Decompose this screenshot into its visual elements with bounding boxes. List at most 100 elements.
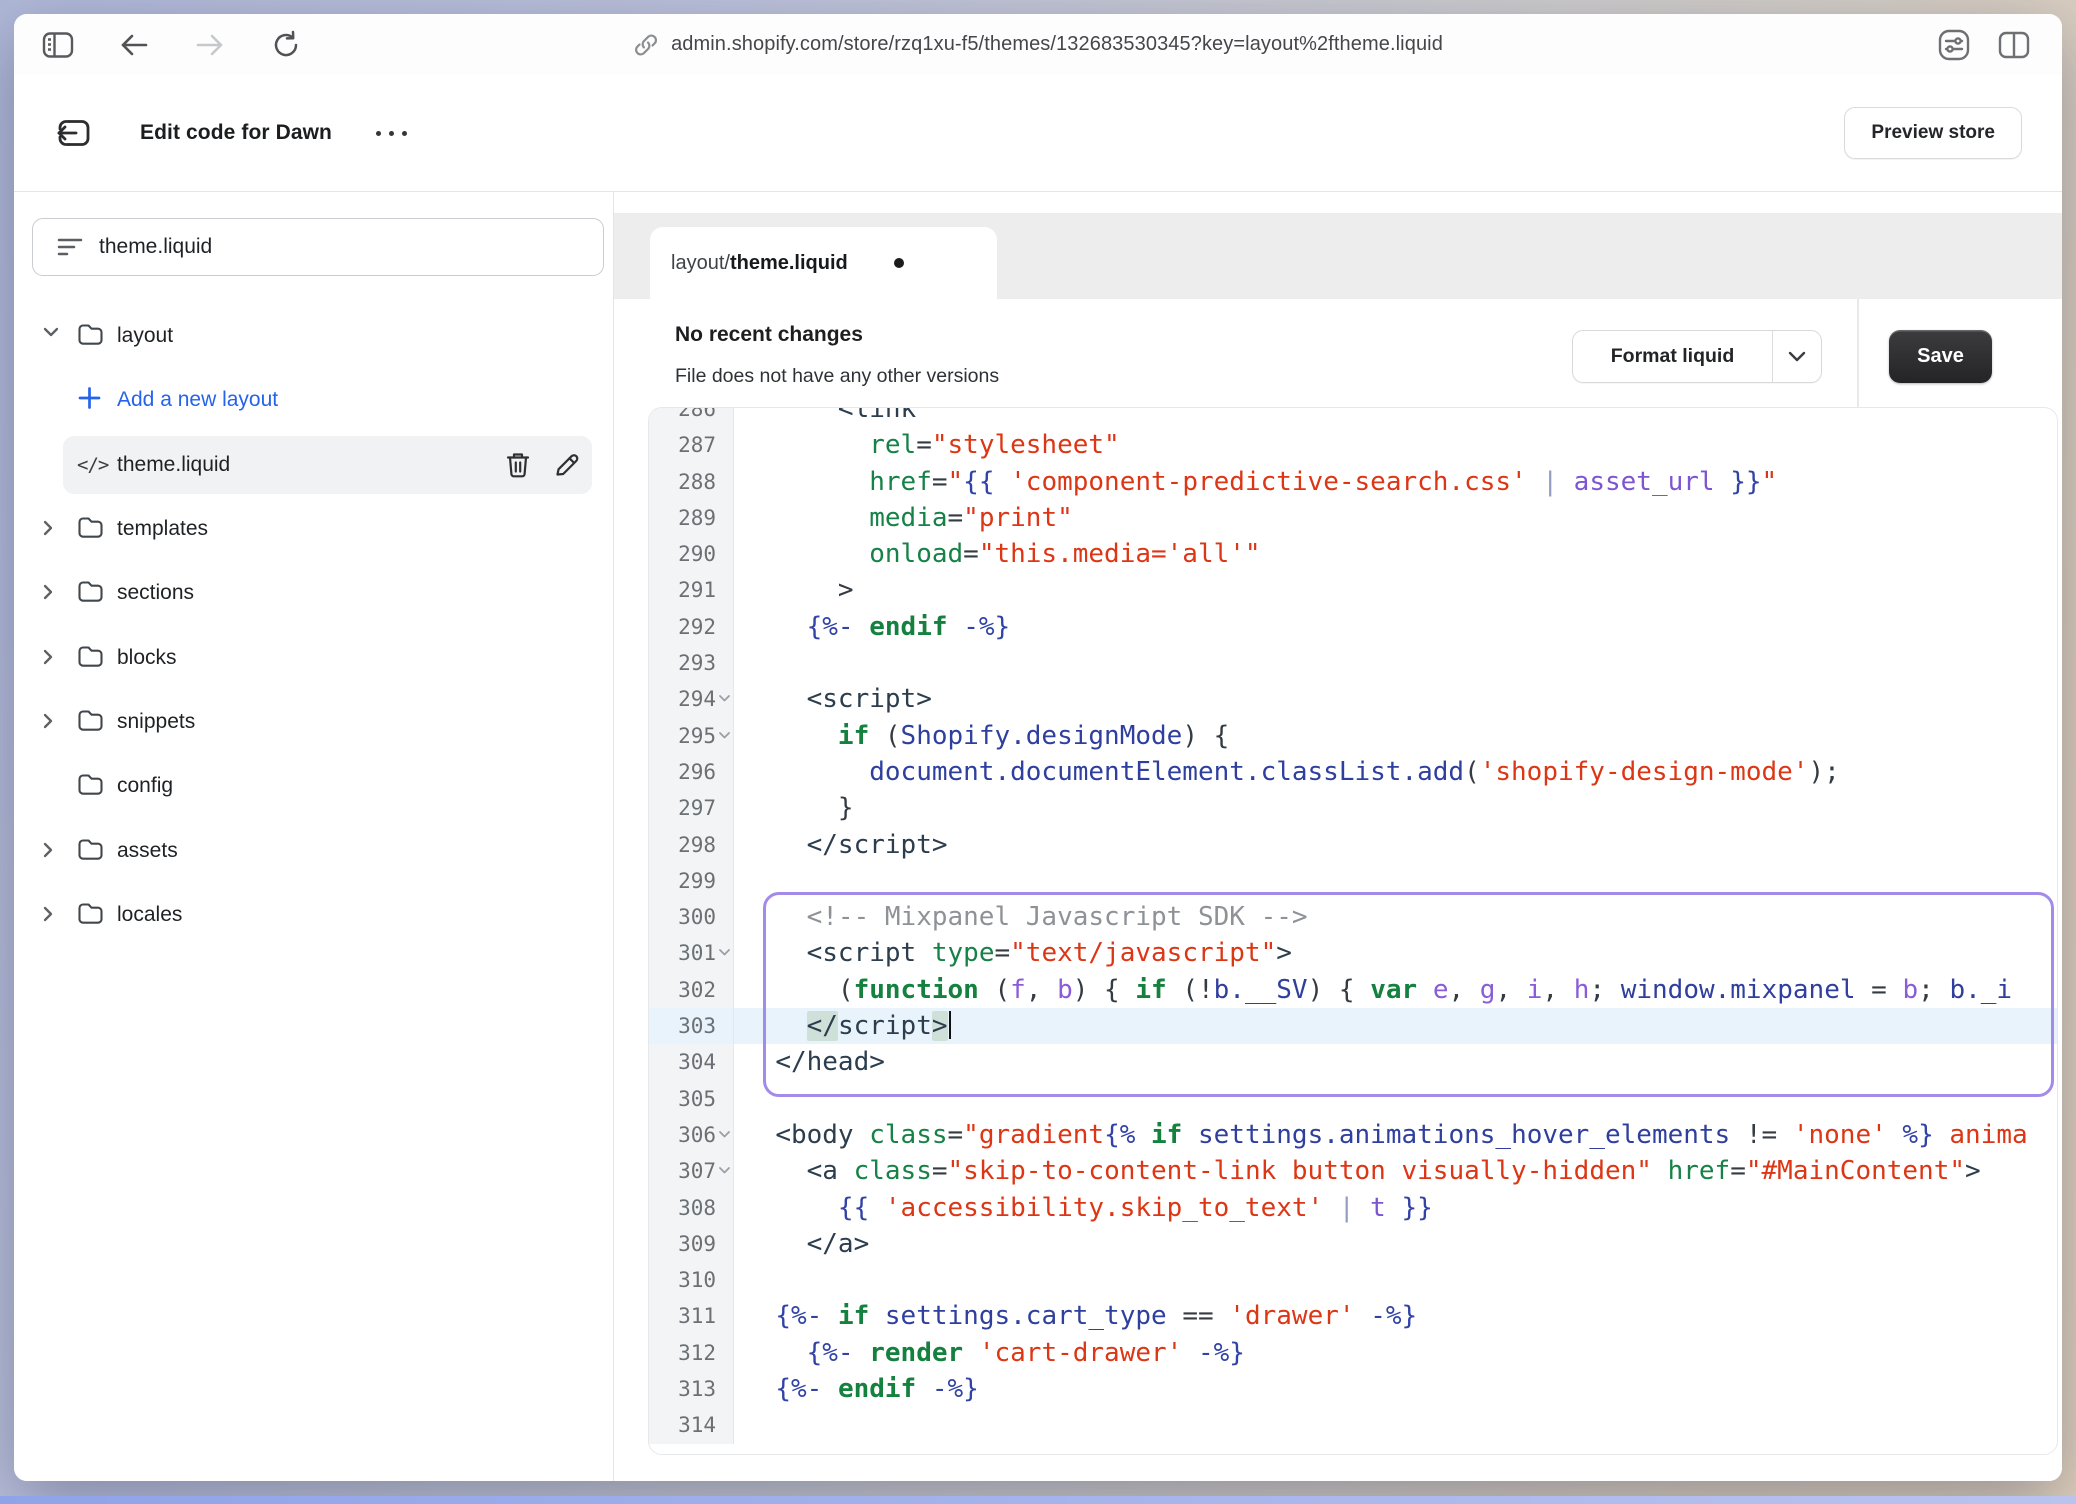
save-button[interactable]: Save <box>1889 330 1992 383</box>
trash-icon[interactable] <box>505 451 531 479</box>
code-text[interactable]: </script> <box>734 827 2057 863</box>
code-text[interactable]: <link <box>734 407 2057 427</box>
code-line-296[interactable]: 296 document.documentElement.classList.a… <box>649 754 2057 790</box>
code-line-291[interactable]: 291 > <box>649 572 2057 608</box>
code-text[interactable]: {%- if settings.cart_type == 'drawer' -%… <box>734 1298 2057 1334</box>
fold-chevron-icon[interactable] <box>718 731 731 740</box>
fold-chevron-icon[interactable] <box>718 1166 731 1175</box>
line-number: 294 <box>649 681 734 717</box>
code-text[interactable]: {%- render 'cart-drawer' -%} <box>734 1335 2057 1371</box>
code-text[interactable] <box>734 1081 2057 1117</box>
file-search-field[interactable] <box>32 218 604 276</box>
sidebar-item-layout[interactable]: layout <box>14 304 613 368</box>
code-text[interactable]: <script> <box>734 681 2057 717</box>
code-line-300[interactable]: 300 <!-- Mixpanel Javascript SDK --> <box>649 899 2057 935</box>
code-text[interactable]: </head> <box>734 1044 2057 1080</box>
fold-chevron-icon[interactable] <box>718 694 731 703</box>
search-input[interactable] <box>97 234 603 260</box>
code-line-308[interactable]: 308 {{ 'accessibility.skip_to_text' | t … <box>649 1190 2057 1226</box>
code-line-311[interactable]: 311 {%- if settings.cart_type == 'drawer… <box>649 1298 2057 1334</box>
code-text[interactable]: > <box>734 572 2057 608</box>
sidebar-item-templates[interactable]: templates <box>14 497 613 561</box>
sidebar-item-sections[interactable]: sections <box>14 561 613 625</box>
code-text[interactable]: href="{{ 'component-predictive-search.cs… <box>734 464 2057 500</box>
code-line-305[interactable]: 305 <box>649 1081 2057 1117</box>
format-dropdown-toggle[interactable] <box>1772 331 1821 382</box>
url-text[interactable]: admin.shopify.com/store/rzq1xu-f5/themes… <box>671 33 1443 56</box>
format-liquid-label[interactable]: Format liquid <box>1573 331 1772 382</box>
sidebar-item-locales[interactable]: locales <box>14 883 613 947</box>
code-line-293[interactable]: 293 <box>649 645 2057 681</box>
code-line-290[interactable]: 290 onload="this.media='all'" <box>649 536 2057 572</box>
code-line-301[interactable]: 301 <script type="text/javascript"> <box>649 935 2057 971</box>
sidebar-item-add-a-new-layout[interactable]: Add a new layout <box>14 368 613 432</box>
split-view-icon[interactable] <box>1996 27 2032 63</box>
chevron-right-icon[interactable] <box>43 906 53 922</box>
code-line-310[interactable]: 310 <box>649 1262 2057 1298</box>
code-line-289[interactable]: 289 media="print" <box>649 500 2057 536</box>
format-liquid-button[interactable]: Format liquid <box>1572 330 1822 383</box>
code-line-288[interactable]: 288 href="{{ 'component-predictive-searc… <box>649 464 2057 500</box>
code-text[interactable]: } <box>734 790 2057 826</box>
code-text[interactable] <box>734 1262 2057 1298</box>
code-text[interactable]: onload="this.media='all'" <box>734 536 2057 572</box>
more-actions-icon[interactable] <box>376 131 407 136</box>
chevron-right-icon[interactable] <box>43 584 53 600</box>
code-text[interactable]: {%- endif -%} <box>734 609 2057 645</box>
code-text[interactable]: <!-- Mixpanel Javascript SDK --> <box>734 899 2057 935</box>
sidebar-item-assets[interactable]: assets <box>14 818 613 882</box>
sidebar-item-theme-liquid[interactable]: </>theme.liquid <box>14 433 613 497</box>
code-text[interactable]: <script type="text/javascript"> <box>734 935 2057 971</box>
fold-chevron-icon[interactable] <box>718 948 731 957</box>
preview-store-button[interactable]: Preview store <box>1844 107 2022 159</box>
chevron-right-icon[interactable] <box>43 520 53 536</box>
line-number: 296 <box>649 754 734 790</box>
code-line-314[interactable]: 314 <box>649 1407 2057 1443</box>
sidebar-item-blocks[interactable]: blocks <box>14 625 613 689</box>
code-line-298[interactable]: 298 </script> <box>649 827 2057 863</box>
exit-code-editor-icon[interactable] <box>56 117 92 149</box>
code-text[interactable]: <a class="skip-to-content-link button vi… <box>734 1153 2057 1189</box>
code-line-295[interactable]: 295 if (Shopify.designMode) { <box>649 718 2057 754</box>
address-bar[interactable]: admin.shopify.com/store/rzq1xu-f5/themes… <box>14 14 2062 75</box>
chevron-right-icon[interactable] <box>43 713 53 729</box>
code-text[interactable]: rel="stylesheet" <box>734 427 2057 463</box>
code-text[interactable] <box>734 863 2057 899</box>
code-text[interactable] <box>734 645 2057 681</box>
code-line-307[interactable]: 307 <a class="skip-to-content-link butto… <box>649 1153 2057 1189</box>
code-text[interactable]: document.documentElement.classList.add('… <box>734 754 2057 790</box>
chevron-right-icon[interactable] <box>43 842 53 858</box>
code-line-286[interactable]: 286 <link <box>649 407 2057 427</box>
code-line-312[interactable]: 312 {%- render 'cart-drawer' -%} <box>649 1335 2057 1371</box>
sidebar-item-snippets[interactable]: snippets <box>14 690 613 754</box>
fold-chevron-icon[interactable] <box>718 1130 731 1139</box>
code-line-292[interactable]: 292 {%- endif -%} <box>649 609 2057 645</box>
code-text[interactable]: </a> <box>734 1226 2057 1262</box>
sidebar-item-config[interactable]: config <box>14 754 613 818</box>
code-text[interactable]: </script> <box>734 1008 2057 1044</box>
code-text[interactable]: {%- endif -%} <box>734 1371 2057 1407</box>
code-editor[interactable]: 286 <link287 rel="stylesheet"288 href="{… <box>648 407 2058 1455</box>
code-text[interactable]: (function (f, b) { if (!b.__SV) { var e,… <box>734 972 2057 1008</box>
code-text[interactable]: {{ 'accessibility.skip_to_text' | t }} <box>734 1190 2057 1226</box>
code-line-304[interactable]: 304 </head> <box>649 1044 2057 1080</box>
chevron-right-icon[interactable] <box>43 649 53 665</box>
line-number: 287 <box>649 427 734 463</box>
code-line-309[interactable]: 309 </a> <box>649 1226 2057 1262</box>
code-line-287[interactable]: 287 rel="stylesheet" <box>649 427 2057 463</box>
chevron-down-icon[interactable] <box>43 327 59 337</box>
page-settings-icon[interactable] <box>1936 27 1972 63</box>
code-line-299[interactable]: 299 <box>649 863 2057 899</box>
code-line-294[interactable]: 294 <script> <box>649 681 2057 717</box>
tab-theme-liquid[interactable]: layout/theme.liquid <box>650 227 997 299</box>
code-line-302[interactable]: 302 (function (f, b) { if (!b.__SV) { va… <box>649 972 2057 1008</box>
code-line-306[interactable]: 306 <body class="gradient{% if settings.… <box>649 1117 2057 1153</box>
code-line-313[interactable]: 313 {%- endif -%} <box>649 1371 2057 1407</box>
code-line-303[interactable]: 303 </script> <box>649 1008 2057 1044</box>
code-text[interactable] <box>734 1407 2057 1443</box>
pencil-icon[interactable] <box>553 451 581 479</box>
code-text[interactable]: media="print" <box>734 500 2057 536</box>
code-line-297[interactable]: 297 } <box>649 790 2057 826</box>
code-text[interactable]: if (Shopify.designMode) { <box>734 718 2057 754</box>
code-text[interactable]: <body class="gradient{% if settings.anim… <box>734 1117 2057 1153</box>
